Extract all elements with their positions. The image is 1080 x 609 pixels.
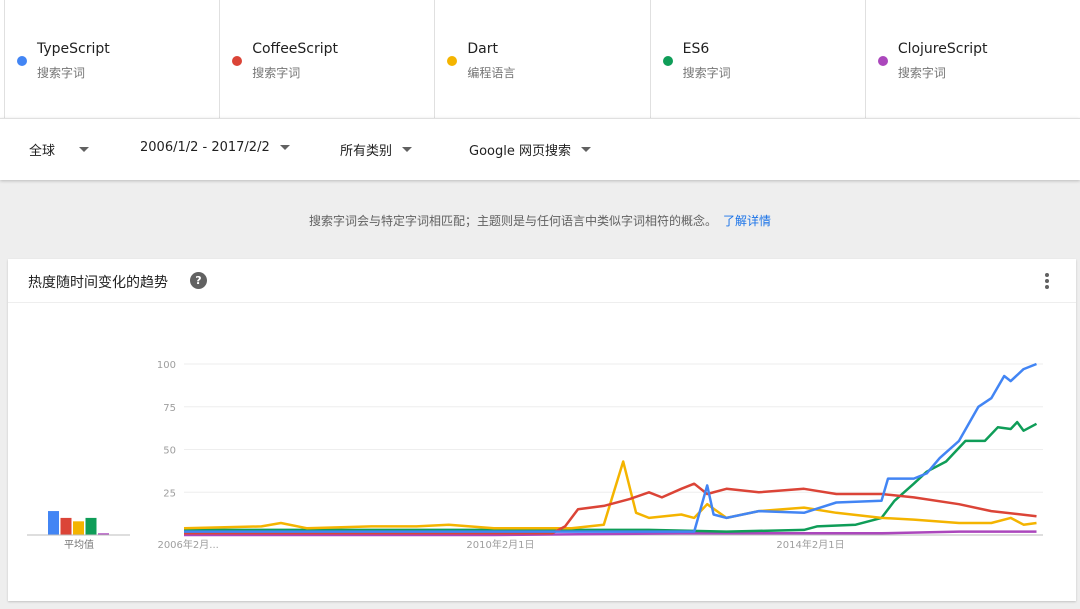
term-name: CoffeeScript — [252, 41, 339, 57]
series-color-dot — [232, 56, 243, 66]
x-tick-label: 2006年2月... — [157, 538, 218, 551]
y-tick-label: 25 — [163, 488, 176, 499]
learn-more-link[interactable]: 了解详情 — [723, 214, 771, 228]
term-type: 搜索字词 — [682, 66, 731, 80]
term-name: ES6 — [682, 41, 710, 57]
term-type: 搜索字词 — [897, 66, 946, 80]
term-name: ClojureScript — [897, 41, 988, 57]
average-bar-coffeescript — [60, 517, 72, 535]
interest-chart: 25 50 75 100 2006年2月... 2010年2月1日 2014年2月1日 平均值 — [27, 360, 1043, 551]
term-name: Dart — [467, 41, 499, 57]
region-value: 全球 — [29, 144, 56, 159]
x-tick-label: 2010年2月1日 — [466, 538, 534, 551]
average-bar-es6 — [85, 517, 97, 535]
series-line-es6 — [184, 420, 1038, 533]
term-type: 编程语言 — [467, 66, 516, 80]
term-card-coffeescript[interactable]: CoffeeScript 搜索字词 — [220, 0, 436, 118]
term-card-es6[interactable]: ES6 搜索字词 — [651, 0, 866, 118]
chevron-down-icon — [580, 147, 591, 152]
category-value: 所有类别 — [340, 144, 393, 159]
date-range-value: 2006/1/2 - 2017/2/2 — [140, 140, 270, 155]
series-line-coffeescript — [184, 482, 1037, 535]
region-dropdown[interactable]: 全球 — [29, 140, 90, 159]
term-type: 搜索字词 — [252, 66, 301, 80]
average-label: 平均值 — [64, 538, 94, 551]
date-range-dropdown[interactable]: 2006/1/2 - 2017/2/2 — [140, 140, 290, 155]
chevron-down-icon — [279, 145, 290, 150]
y-tick-label: 100 — [157, 360, 176, 371]
term-card-clojurescript[interactable]: ClojureScript 搜索字词 — [866, 0, 1080, 118]
search-terms-bar: TypeScript 搜索字词 CoffeeScript 搜索字词 Dart 编… — [0, 0, 1080, 118]
term-card-typescript[interactable]: TypeScript 搜索字词 — [4, 0, 221, 118]
term-name: TypeScript — [37, 41, 110, 57]
y-tick-label: 75 — [163, 403, 176, 414]
term-type: 搜索字词 — [37, 66, 86, 80]
search-property-value: Google 网页搜索 — [469, 144, 571, 159]
chevron-down-icon — [79, 147, 90, 152]
terms-notice: 搜索字词会与特定字词相匹配；主题则是与任何语言中类似字词相符的概念。 了解详情 — [0, 212, 1080, 229]
series-color-dot — [17, 56, 27, 66]
series-color-dot — [447, 56, 458, 66]
x-tick-label: 2014年2月1日 — [776, 538, 844, 551]
term-card-dart[interactable]: Dart 编程语言 — [435, 0, 651, 118]
y-tick-label: 50 — [163, 446, 176, 457]
series-color-dot — [877, 56, 888, 66]
series-color-dot — [662, 56, 673, 66]
chevron-down-icon — [402, 147, 413, 152]
category-dropdown[interactable]: 所有类别 — [340, 140, 413, 159]
average-bar-dart — [73, 521, 84, 535]
interest-over-time-card: 热度随时间变化的趋势 ? 25 50 75 100 2006年2月... 2010年2月1… — [8, 259, 1076, 601]
search-property-dropdown[interactable]: Google 网页搜索 — [469, 140, 591, 159]
series-line-dart — [183, 460, 1037, 530]
average-bar-typescript — [48, 511, 59, 535]
notice-text: 搜索字词会与特定字词相匹配；主题则是与任何语言中类似字词相符的概念。 — [308, 214, 717, 228]
filter-bar: 全球 2006/1/2 - 2017/2/2 所有类别 Google 网页搜索 — [0, 118, 1080, 180]
